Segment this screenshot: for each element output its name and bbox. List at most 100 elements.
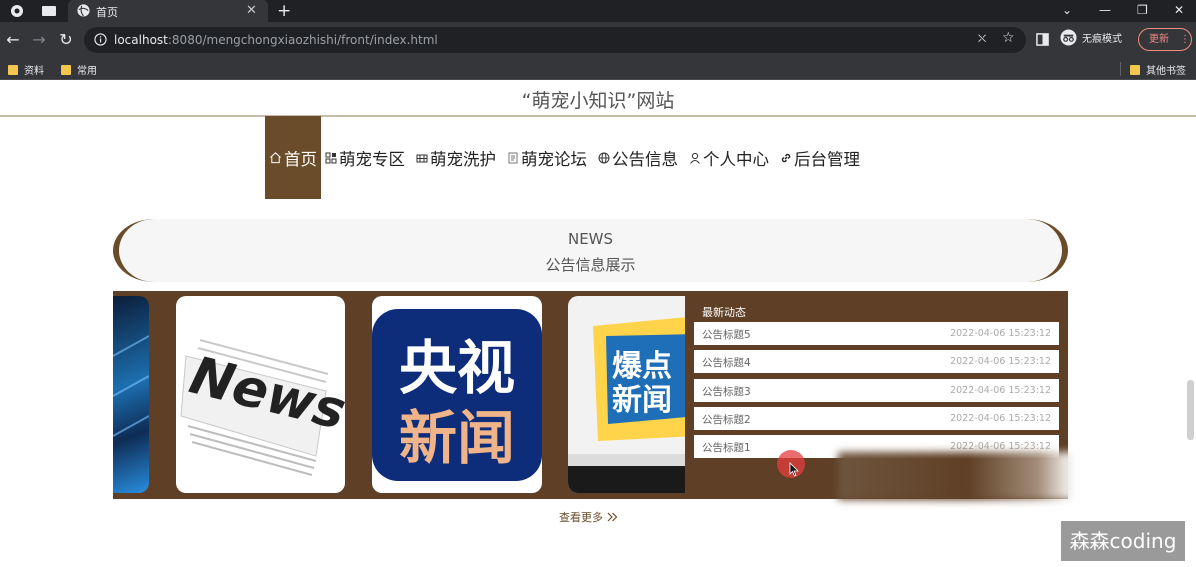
breaking-line1: 爆点	[612, 349, 672, 384]
other-bookmarks-label: 其他书签	[1146, 66, 1186, 77]
bookmarks-divider	[1120, 62, 1121, 76]
site-title: “萌宠小知识”网站	[521, 90, 675, 112]
update-button[interactable]: 更新 ⋮	[1138, 28, 1192, 51]
restore-icon[interactable]: ❐	[1137, 1, 1148, 19]
reload-icon[interactable]: ↻	[57, 31, 75, 49]
address-bar[interactable]: localhost:8080/mengchongxiaozhishi/front…	[84, 27, 1026, 53]
info-icon[interactable]	[94, 33, 107, 46]
nav-item-announcements[interactable]: 公告信息	[594, 116, 685, 199]
news-thumbnail[interactable]	[113, 296, 149, 493]
bookmark-folder-common[interactable]: 常用	[61, 62, 97, 77]
news-item-title: 公告标题4	[702, 357, 751, 370]
tab-search-icon[interactable]	[41, 3, 57, 19]
nav-item-user-center[interactable]: 个人中心	[685, 116, 776, 199]
news-list-item[interactable]: 公告标题3 2022-04-06 15:23:12	[694, 378, 1059, 402]
bookmarks-bar: 资料 常用 其他书签	[0, 58, 1196, 80]
nav-item-pet-care[interactable]: 萌宠洗护	[412, 116, 503, 199]
profile-icon[interactable]	[9, 3, 25, 19]
newspaper-image: News	[180, 339, 345, 476]
news-heading-cn: 公告信息展示	[545, 256, 636, 274]
close-window-icon[interactable]: ✕	[1174, 1, 1184, 19]
news-item-title: 公告标题3	[702, 385, 751, 398]
news-item-date: 2022-04-06 15:23:12	[950, 384, 1051, 396]
folder-icon	[8, 64, 18, 75]
nav-label: 萌宠洗护	[430, 149, 496, 169]
cctv-line2: 新闻	[399, 404, 515, 472]
video-watermark: 森森coding	[1061, 521, 1185, 561]
tab-list-icon[interactable]: ⌄	[1062, 1, 1072, 19]
user-icon	[690, 152, 700, 164]
news-item-title: 公告标题2	[702, 413, 751, 426]
city-image	[113, 335, 149, 437]
globe-icon	[77, 4, 90, 17]
translate-icon[interactable]: ⛌	[978, 32, 986, 46]
nav-label: 萌宠专区	[339, 149, 405, 169]
nav-label: 公告信息	[612, 149, 678, 169]
nav-item-admin[interactable]: 后台管理	[776, 116, 867, 199]
browser-tab-bar: 首页 ✕ + ⌄ — ❐ ✕	[0, 0, 1196, 22]
incognito-icon	[1060, 29, 1077, 46]
incognito-indicator[interactable]: 无痕模式	[1060, 29, 1122, 46]
browser-toolbar: ← → ↻ localhost:8080/mengchongxiaozhishi…	[0, 22, 1196, 58]
nav-label: 萌宠论坛	[521, 149, 587, 169]
news-item-title: 公告标题1	[702, 442, 751, 455]
tab-title: 首页	[96, 6, 118, 19]
news-heading-en: NEWS	[567, 230, 614, 248]
nav-item-forum[interactable]: 萌宠论坛	[503, 116, 594, 199]
minimize-icon[interactable]: —	[1099, 1, 1111, 19]
latest-news-title: 最新动态	[702, 306, 746, 319]
nav-label: 首页	[284, 149, 317, 169]
other-bookmarks[interactable]: 其他书签	[1130, 62, 1186, 77]
news-item-date: 2022-04-06 15:23:12	[950, 328, 1051, 339]
bath-icon	[416, 154, 428, 162]
blurred-overlay	[838, 452, 1074, 500]
new-tab-icon[interactable]: +	[277, 1, 291, 21]
nav-label: 后台管理	[794, 149, 860, 169]
news-item-title: 公告标题5	[702, 329, 751, 341]
news-item-date: 2022-04-06 15:23:12	[950, 412, 1051, 424]
incognito-label: 无痕模式	[1082, 34, 1122, 45]
forward-icon[interactable]: →	[30, 31, 48, 49]
news-thumbnail[interactable]: 爆点 新闻	[568, 296, 698, 493]
nav-item-home[interactable]: 首页	[265, 116, 321, 199]
view-more-link[interactable]: 查看更多	[559, 509, 618, 525]
mouse-cursor-icon	[789, 462, 799, 477]
nav-label: 个人中心	[703, 149, 769, 169]
document-icon	[508, 152, 518, 163]
news-item-date: 2022-04-06 15:23:12	[950, 356, 1051, 368]
news-list-item[interactable]: 公告标题2 2022-04-06 15:23:12	[694, 406, 1059, 430]
cctv-line1: 央视	[399, 334, 515, 402]
news-list-item[interactable]: 公告标题5 2022-04-06 15:23:12	[694, 322, 1059, 345]
globe-icon	[598, 152, 610, 163]
news-thumbnail[interactable]: 央视 新闻	[372, 296, 542, 493]
back-icon[interactable]: ←	[4, 31, 22, 49]
tab-home[interactable]: 首页 ✕	[68, 0, 268, 22]
news-item-date: 2022-04-06 15:23:12	[950, 441, 1051, 453]
bookmark-label: 资料	[24, 66, 44, 77]
view-more-label: 查看更多	[559, 511, 603, 524]
breaking-news-image: 爆点 新闻	[568, 316, 698, 493]
url-text: localhost:8080/mengchongxiaozhishi/front…	[114, 33, 438, 47]
cctv-news-image: 央视 新闻	[372, 309, 542, 481]
tab-close-icon[interactable]: ✕	[246, 3, 257, 19]
grid-icon	[325, 152, 337, 163]
news-thumbnail[interactable]: News	[176, 296, 345, 493]
update-label: 更新	[1149, 34, 1169, 45]
more-menu-icon[interactable]: ⋮	[1180, 29, 1190, 50]
folder-icon	[61, 64, 71, 75]
latest-news-list: 公告标题5 2022-04-06 15:23:12 公告标题4 2022-04-…	[694, 322, 1059, 463]
bookmark-star-icon[interactable]: ☆	[1002, 30, 1015, 46]
main-nav: 首页 萌宠专区 萌宠洗护 萌宠论坛 公告信息 个人中心 后台管理	[265, 116, 867, 199]
bookmark-label: 常用	[77, 66, 97, 77]
folder-icon	[1130, 64, 1140, 75]
nav-item-pet-zone[interactable]: 萌宠专区	[321, 116, 412, 199]
page-scrollbar[interactable]	[1187, 380, 1194, 440]
breaking-line2: 新闻	[612, 383, 672, 418]
side-panel-icon[interactable]	[1036, 33, 1049, 46]
double-chevron-right-icon	[607, 512, 618, 522]
bookmark-folder-docs[interactable]: 资料	[8, 62, 44, 77]
home-icon	[270, 152, 281, 164]
news-section-header: NEWS 公告信息展示	[113, 219, 1068, 282]
link-icon	[781, 153, 791, 162]
news-list-item[interactable]: 公告标题4 2022-04-06 15:23:12	[694, 350, 1059, 374]
